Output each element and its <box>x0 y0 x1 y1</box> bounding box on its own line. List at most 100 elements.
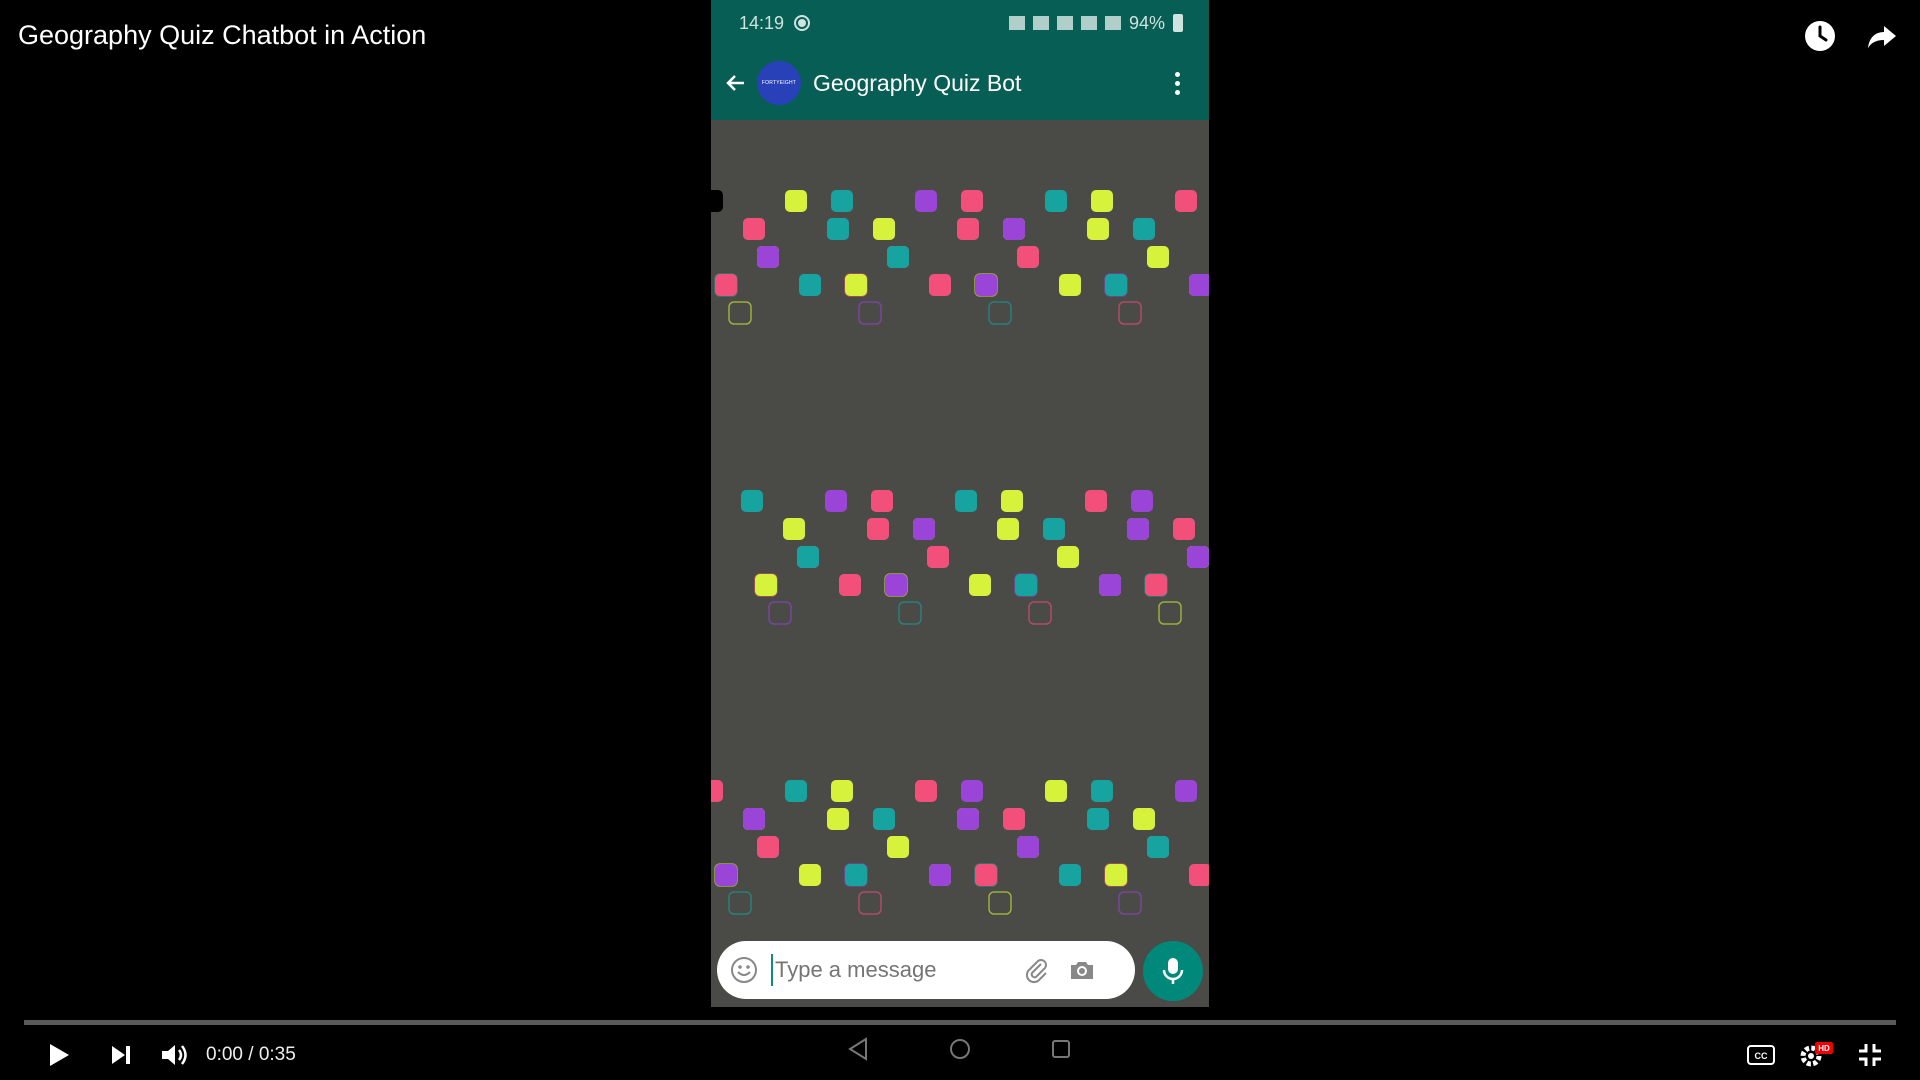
wallpaper-tile <box>1175 190 1197 212</box>
wallpaper-tile <box>858 301 882 325</box>
wallpaper-tile <box>885 574 907 596</box>
record-icon <box>794 15 811 31</box>
wallpaper-tile <box>785 780 807 802</box>
settings-button[interactable]: HD <box>1796 1038 1836 1072</box>
wallpaper-tile <box>975 274 997 296</box>
wallpaper-tile <box>1059 274 1081 296</box>
exit-fullscreen-button[interactable] <box>1852 1038 1888 1072</box>
wallpaper-tile <box>799 274 821 296</box>
message-composer <box>717 941 1135 999</box>
wallpaper-tile <box>1028 601 1052 625</box>
play-button[interactable] <box>42 1038 76 1072</box>
wallpaper-tile <box>1057 546 1079 568</box>
mute-icon <box>1056 16 1073 30</box>
emoji-icon[interactable] <box>729 955 759 985</box>
svg-text:CC: CC <box>1755 1051 1768 1061</box>
svg-text:HD: HD <box>1818 1044 1830 1053</box>
wallpaper-tile <box>1189 864 1209 886</box>
wallpaper-tile <box>757 836 779 858</box>
wallpaper-tile <box>1091 190 1113 212</box>
status-icons: 94% <box>1008 12 1183 34</box>
android-home-icon <box>950 1039 970 1059</box>
wallpaper-tile <box>757 246 779 268</box>
wallpaper-tile <box>1001 490 1023 512</box>
battery-percent: 94% <box>1128 12 1165 33</box>
more-options-button[interactable] <box>1165 68 1189 98</box>
wallpaper-tile <box>1147 836 1169 858</box>
cast-icon <box>1032 16 1049 30</box>
back-button[interactable] <box>721 68 751 98</box>
wallpaper-tile <box>1091 780 1113 802</box>
wallpaper-tile <box>961 190 983 212</box>
bot-avatar[interactable]: FORTYEIGHT <box>757 61 801 105</box>
progress-bar[interactable] <box>24 1020 1896 1025</box>
android-back-icon <box>848 1037 867 1061</box>
wallpaper-tile <box>997 518 1019 540</box>
message-input[interactable] <box>771 954 1007 986</box>
top-right-controls <box>1802 18 1900 54</box>
mic-icon <box>1162 958 1184 984</box>
wallpaper-tile <box>1127 518 1149 540</box>
wallpaper-tile <box>1087 218 1109 240</box>
wallpaper-tile <box>1145 574 1167 596</box>
wallpaper-tile <box>887 246 909 268</box>
mic-button[interactable] <box>1143 941 1203 1001</box>
wallpaper-tile <box>799 864 821 886</box>
chat-title[interactable]: Geography Quiz Bot <box>813 70 1021 97</box>
wallpaper-tile <box>1173 518 1195 540</box>
play-icon <box>50 1044 69 1066</box>
wallpaper-tile <box>1105 864 1127 886</box>
wallpaper-tile <box>957 808 979 830</box>
time-display: 0:00 / 0:35 <box>206 1044 296 1066</box>
paperclip-icon[interactable] <box>1021 955 1051 985</box>
kebab-dot <box>1174 89 1180 95</box>
wallpaper-tile <box>915 780 937 802</box>
wallpaper-tile <box>1017 836 1039 858</box>
wallpaper-tile <box>1131 490 1153 512</box>
captions-button[interactable]: CC <box>1744 1038 1778 1072</box>
wallpaper-tile <box>1059 864 1081 886</box>
wallpaper-tile <box>1133 218 1155 240</box>
wallpaper-tile <box>831 780 853 802</box>
next-button[interactable] <box>104 1038 138 1072</box>
wallpaper-tile <box>887 836 909 858</box>
wallpaper-tile <box>988 891 1012 915</box>
volume-icon <box>162 1045 187 1065</box>
wallpaper-tile <box>741 490 763 512</box>
wallpaper-tile <box>825 490 847 512</box>
gear-icon: HD <box>1800 1042 1833 1067</box>
wallpaper-tile <box>1003 218 1025 240</box>
wallpaper-tile <box>783 518 805 540</box>
time-separator: / <box>248 1044 259 1065</box>
wallpaper-tile <box>711 780 723 802</box>
wallpaper-tile <box>743 808 765 830</box>
wallpaper-tile <box>715 864 737 886</box>
next-icon <box>112 1046 130 1064</box>
watch-later-button[interactable] <box>1802 18 1838 54</box>
wallpaper-tile <box>827 218 849 240</box>
wallpaper-tile <box>1175 780 1197 802</box>
wallpaper-tile <box>929 864 951 886</box>
wallpaper-tile <box>728 891 752 915</box>
wallpaper-tile <box>969 574 991 596</box>
wallpaper-tile <box>1043 518 1065 540</box>
wallpaper-tile <box>975 864 997 886</box>
signal-icon <box>1104 16 1121 30</box>
share-button[interactable] <box>1864 18 1900 54</box>
wallpaper-tile <box>715 274 737 296</box>
video-title: Geography Quiz Chatbot in Action <box>18 20 427 50</box>
time-current: 0:00 <box>206 1044 243 1065</box>
share-icon <box>1868 26 1896 48</box>
wallpaper-tile <box>1133 808 1155 830</box>
wallpaper-tile <box>1045 190 1067 212</box>
wallpaper-tile <box>929 274 951 296</box>
wallpaper-tile <box>988 301 1012 325</box>
chat-header: FORTYEIGHT Geography Quiz Bot <box>711 46 1209 120</box>
wallpaper-tile <box>873 218 895 240</box>
wallpaper-tile <box>743 218 765 240</box>
wallpaper-tile <box>871 490 893 512</box>
volume-button[interactable] <box>156 1038 192 1072</box>
wallpaper-tile <box>768 601 792 625</box>
camera-icon[interactable] <box>1067 955 1097 985</box>
wallpaper-tile <box>1003 808 1025 830</box>
